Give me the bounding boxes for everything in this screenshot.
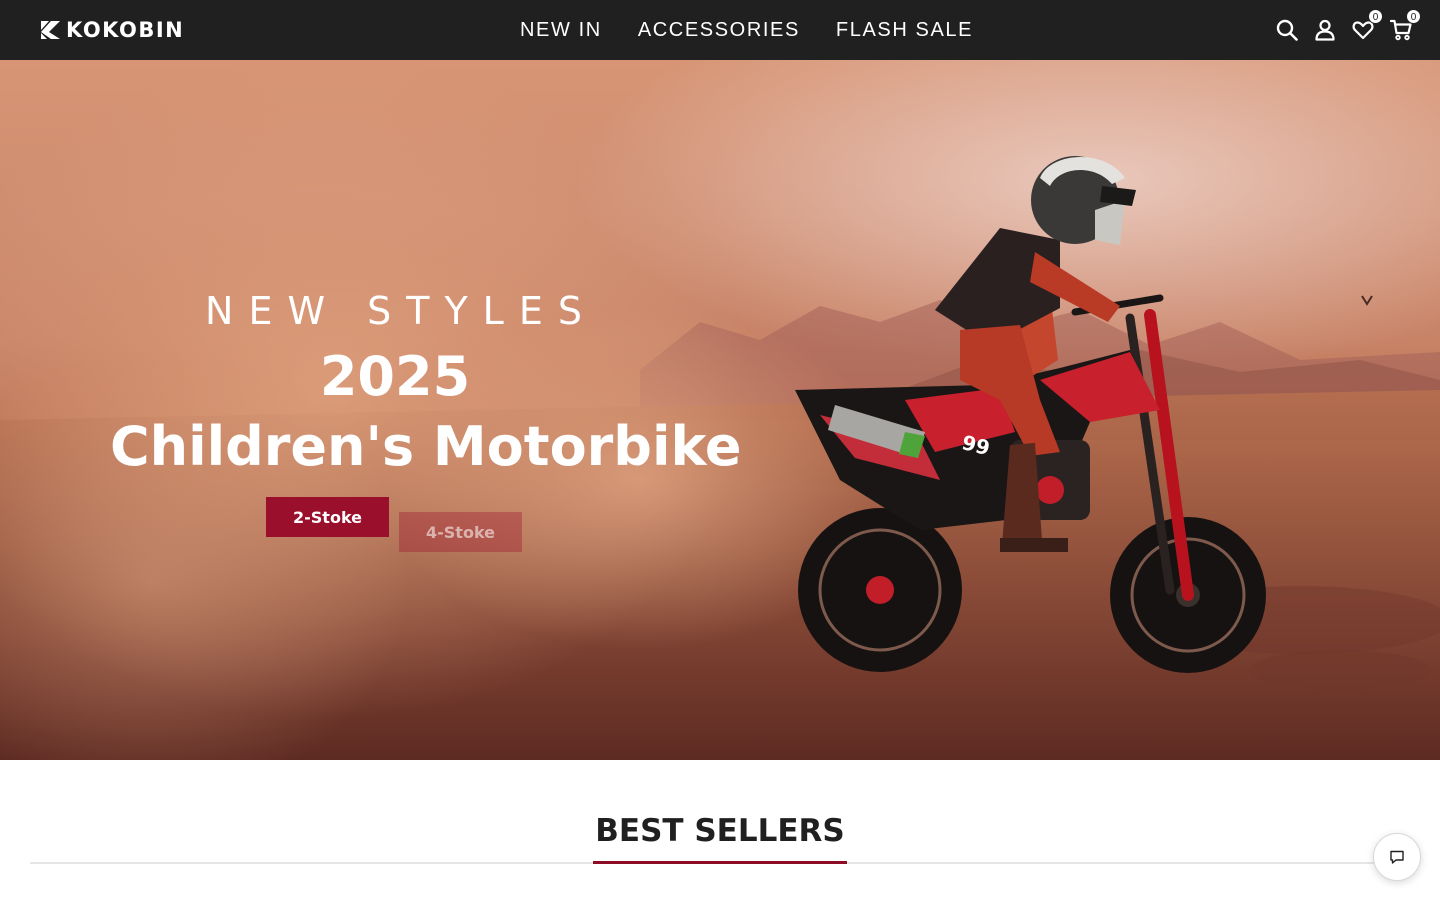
site-header: KOKOBIN NEW IN ACCESSORIES FLASH SALE 0 … — [0, 0, 1440, 60]
two-stroke-button[interactable]: 2-Stoke — [266, 497, 389, 537]
nav-accessories[interactable]: ACCESSORIES — [638, 19, 800, 42]
hero-banner[interactable]: 99 NEW STYLES 2025 Children's Motorbike … — [0, 60, 1440, 760]
hero-year: 2025 — [319, 345, 471, 408]
hero-title: Children's Motorbike — [110, 415, 742, 478]
four-stroke-button[interactable]: 4-Stoke — [399, 512, 522, 552]
user-icon[interactable] — [1314, 19, 1336, 41]
wishlist-count-badge: 0 — [1368, 9, 1383, 24]
search-icon[interactable] — [1276, 19, 1298, 41]
nav-flash-sale[interactable]: FLASH SALE — [836, 19, 973, 42]
logo-mark-icon — [41, 21, 60, 39]
brand-name: KOKOBIN — [66, 18, 185, 42]
best-sellers-title: BEST SELLERS — [593, 810, 847, 864]
best-sellers-header: BEST SELLERS — [30, 810, 1410, 864]
brand-logo[interactable]: KOKOBIN — [40, 17, 184, 43]
heart-icon[interactable]: 0 — [1352, 9, 1383, 41]
main-nav: NEW IN ACCESSORIES FLASH SALE — [520, 0, 973, 60]
chat-bubble-icon — [1390, 850, 1404, 864]
cart-count-badge: 0 — [1406, 9, 1421, 24]
chat-button[interactable] — [1373, 833, 1421, 881]
header-actions: 0 0 — [1276, 0, 1421, 60]
cart-icon[interactable]: 0 — [1390, 9, 1421, 41]
nav-new-in[interactable]: NEW IN — [520, 19, 602, 42]
hero-copy: NEW STYLES 2025 Children's Motorbike — [110, 285, 742, 483]
hero-eyebrow: NEW STYLES — [205, 289, 597, 333]
